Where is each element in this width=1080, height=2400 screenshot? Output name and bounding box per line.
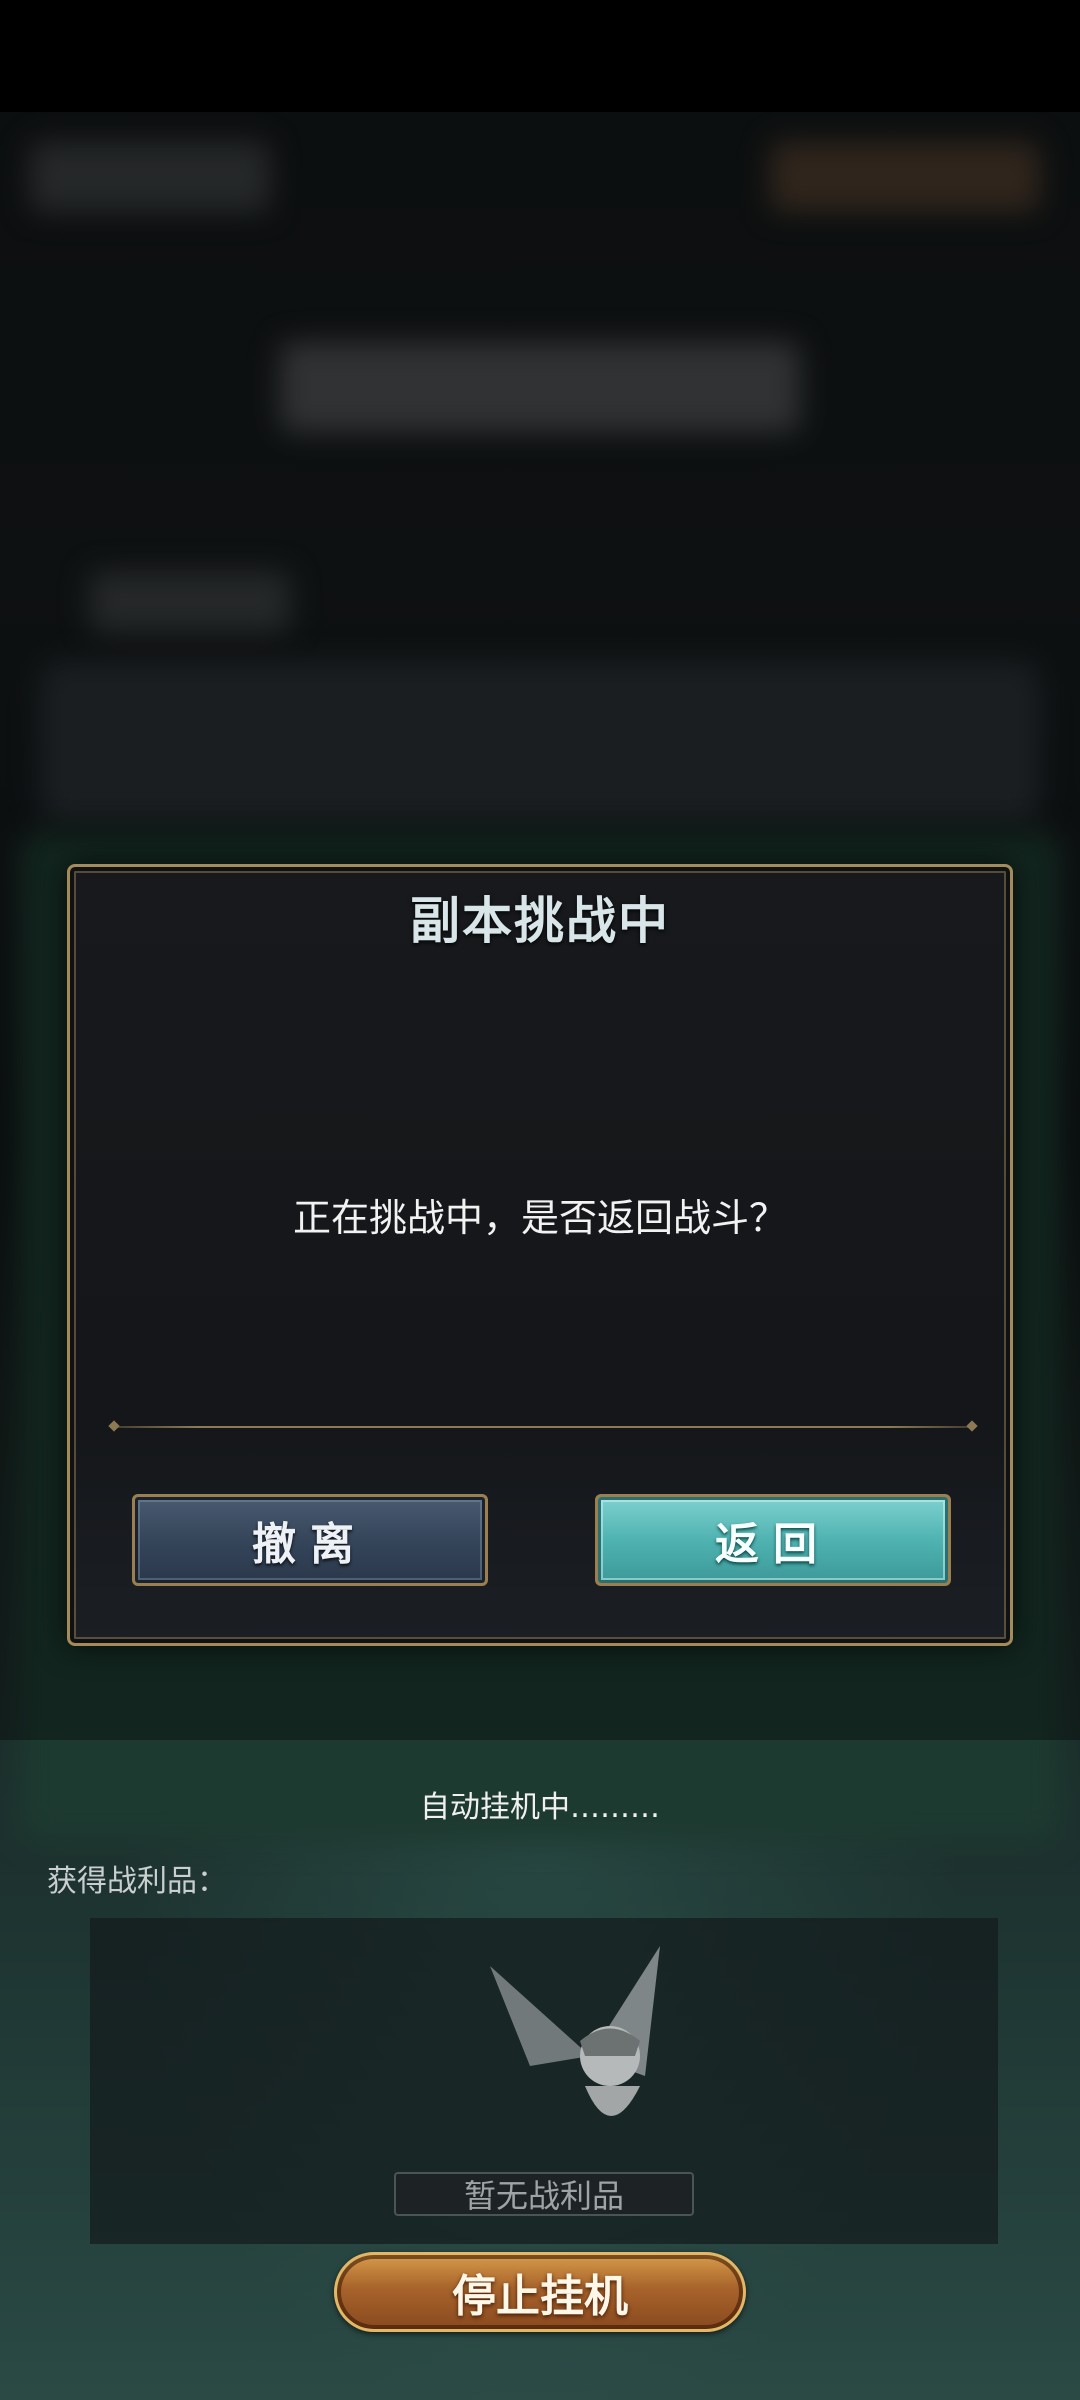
dialog-title: 副本挑战中 <box>410 891 670 950</box>
stop-auto-button[interactable]: 停止挂机 <box>334 2252 746 2332</box>
leave-button[interactable]: 撤离 <box>132 1494 488 1586</box>
loot-panel: 暂无战利品 <box>90 1918 998 2244</box>
fairy-mascot-icon <box>490 1946 660 2116</box>
return-button[interactable]: 返回 <box>595 1494 951 1586</box>
challenge-dialog: 副本挑战中 正在挑战中，是否返回战斗？ 撤离 返回 <box>67 864 1013 1646</box>
loot-label: 获得战利品： <box>47 1864 227 1899</box>
empty-loot-label: 暂无战利品 <box>394 2172 694 2216</box>
status-bar <box>0 0 1080 112</box>
dialog-divider <box>110 1426 976 1428</box>
auto-battle-status: 自动挂机中……… <box>420 1790 660 1825</box>
dialog-message: 正在挑战中，是否返回战斗？ <box>292 1196 787 1240</box>
